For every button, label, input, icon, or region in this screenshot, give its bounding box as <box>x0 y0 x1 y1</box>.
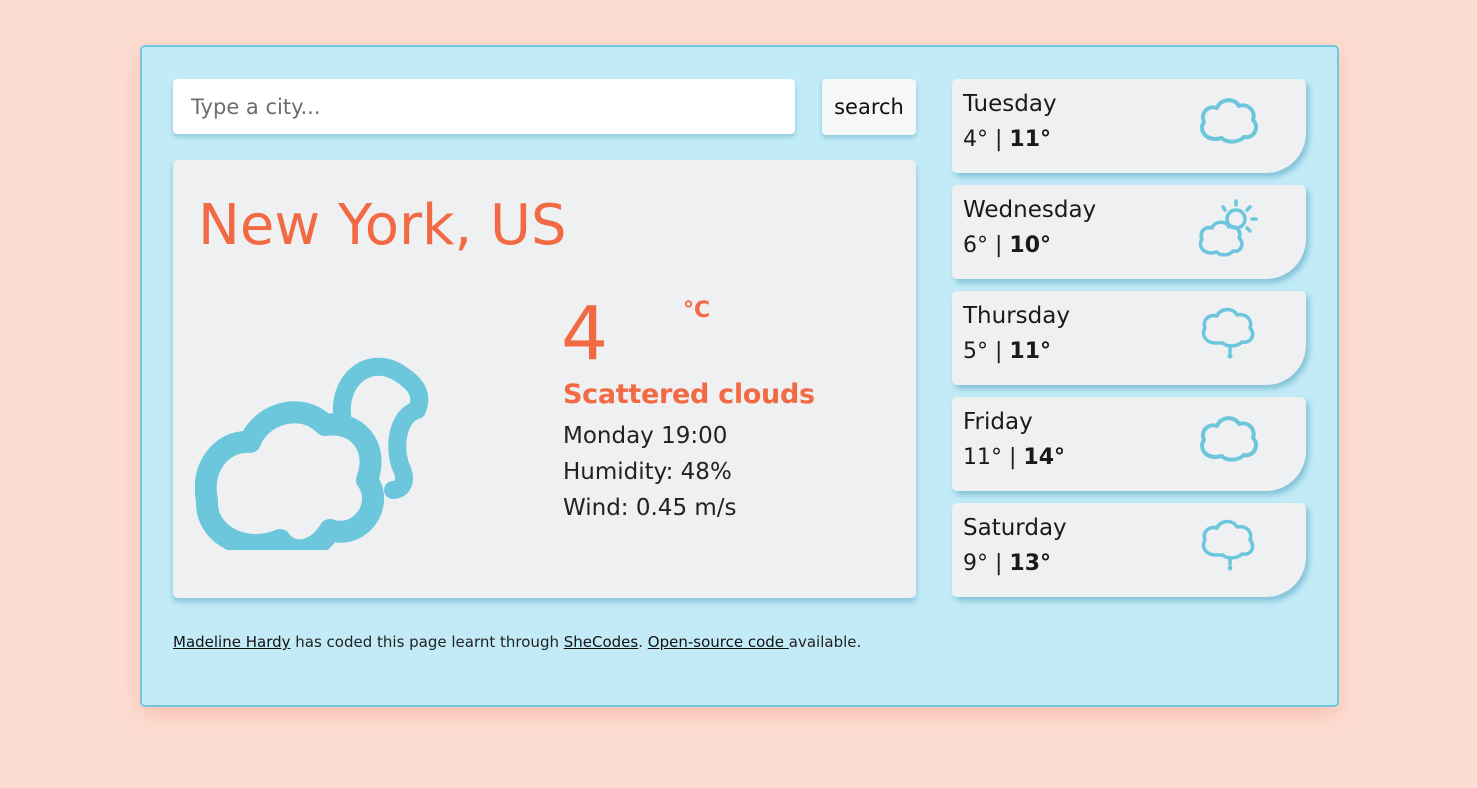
city-name: New York, US <box>198 193 567 258</box>
forecast-card-thursday: Thursday 5° | 11° <box>952 291 1306 385</box>
forecast-card-friday: Friday 11° | 14° <box>952 397 1306 491</box>
forecast-max: 11° <box>1009 339 1052 364</box>
forecast-temps: 11° | 14° <box>963 445 1065 470</box>
forecast-card-wednesday: Wednesday 6° | 10° <box>952 185 1306 279</box>
forecast-min: 5° <box>963 339 988 364</box>
forecast-separator: | <box>988 127 1010 152</box>
temperature-unit-celsius[interactable]: °C <box>683 298 710 323</box>
footer-text: available. <box>788 633 862 651</box>
weather-app-container: search New York, US 4 °C Scattered cloud… <box>140 45 1339 707</box>
forecast-card-saturday: Saturday 9° | 13° <box>952 503 1306 597</box>
footer-text: has coded this page learnt through <box>290 633 564 651</box>
wind-value: Wind: 0.45 m/s <box>563 495 737 521</box>
current-datetime: Monday 19:00 <box>563 423 728 449</box>
forecast-max: 11° <box>1009 127 1052 152</box>
humidity-value: Humidity: 48% <box>563 459 732 485</box>
shecodes-link[interactable]: SheCodes <box>564 633 638 651</box>
current-weather-card: New York, US 4 °C Scattered clouds Monda… <box>173 160 916 598</box>
forecast-temps: 5° | 11° <box>963 339 1051 364</box>
weather-description: Scattered clouds <box>563 379 815 410</box>
footer-text: . <box>638 633 648 651</box>
forecast-min: 11° <box>963 445 1002 470</box>
cloud-icon <box>1200 416 1258 462</box>
search-button[interactable]: search <box>822 79 916 135</box>
author-link[interactable]: Madeline Hardy <box>173 633 291 651</box>
forecast-day: Thursday <box>963 303 1070 329</box>
forecast-card-tuesday: Tuesday 4° | 11° <box>952 79 1306 173</box>
cloud-drizzle-icon <box>1201 519 1255 571</box>
forecast-min: 9° <box>963 551 988 576</box>
forecast-max: 10° <box>1009 233 1052 258</box>
forecast-separator: | <box>1002 445 1024 470</box>
cloud-sun-icon <box>1198 199 1258 257</box>
forecast-temps: 6° | 10° <box>963 233 1051 258</box>
cloud-drizzle-icon <box>1201 307 1255 359</box>
forecast-day: Saturday <box>963 515 1067 541</box>
forecast-max: 13° <box>1009 551 1052 576</box>
forecast-temps: 9° | 13° <box>963 551 1051 576</box>
cloud-moon-icon <box>195 357 429 550</box>
forecast-min: 4° <box>963 127 988 152</box>
forecast-separator: | <box>988 551 1010 576</box>
cloud-icon <box>1200 98 1258 144</box>
forecast-separator: | <box>988 339 1010 364</box>
forecast-day: Friday <box>963 409 1033 435</box>
forecast-day: Wednesday <box>963 197 1097 223</box>
forecast-min: 6° <box>963 233 988 258</box>
city-search-input[interactable] <box>173 79 795 134</box>
footer-credits: Madeline Hardy has coded this page learn… <box>173 633 861 651</box>
forecast-separator: | <box>988 233 1010 258</box>
forecast-temps: 4° | 11° <box>963 127 1051 152</box>
current-temperature: 4 <box>561 291 609 377</box>
forecast-max: 14° <box>1023 445 1066 470</box>
forecast-day: Tuesday <box>963 91 1057 117</box>
source-code-link[interactable]: Open-source code <box>648 633 789 651</box>
